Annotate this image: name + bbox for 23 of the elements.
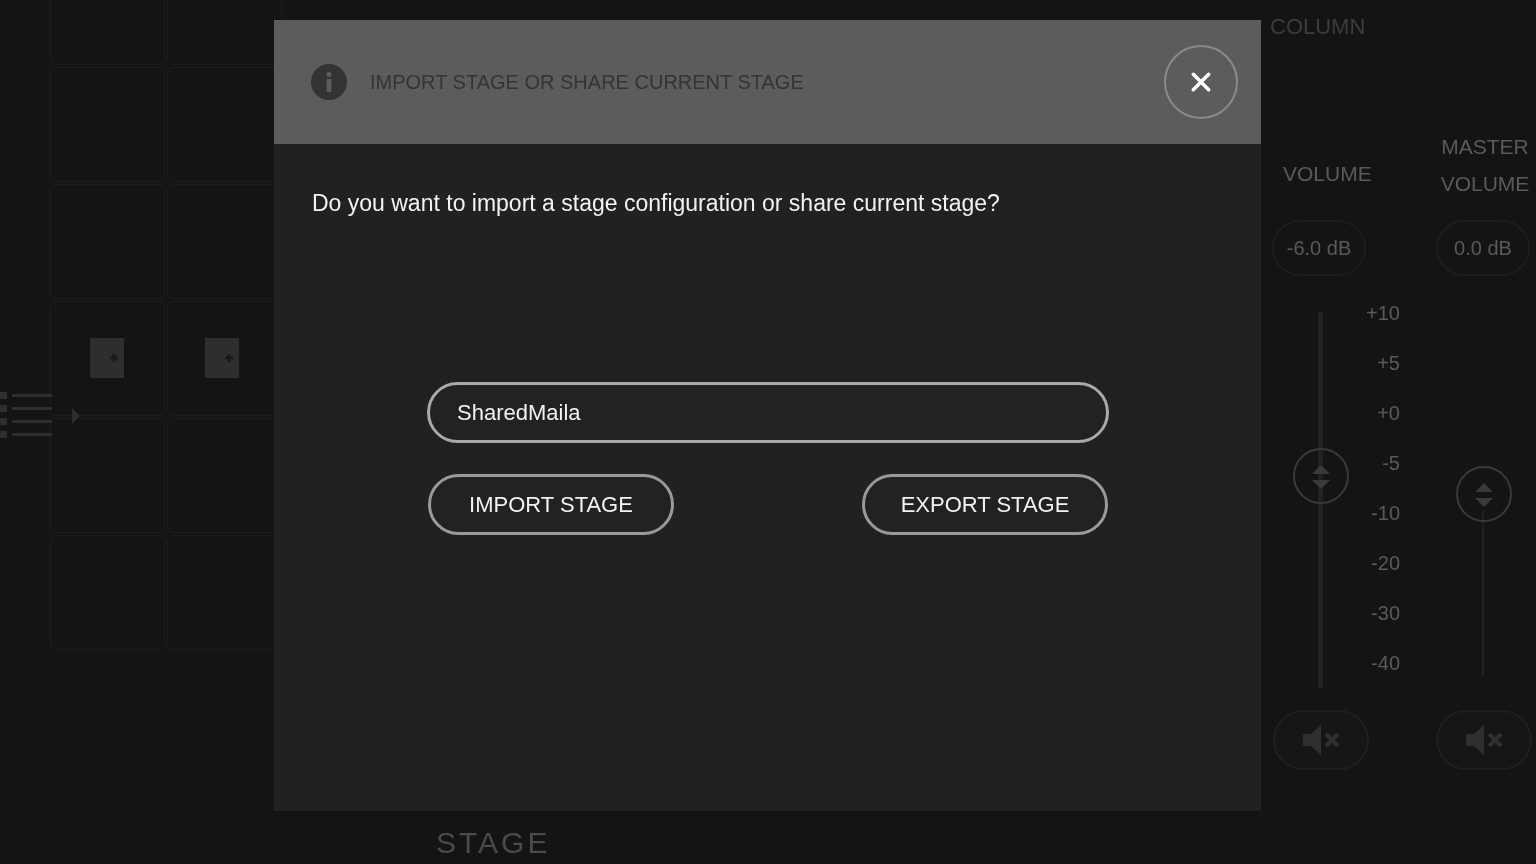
- list-menu-icon[interactable]: [0, 392, 80, 440]
- speaker-icon: [205, 338, 239, 378]
- scale-label: -40: [1370, 652, 1400, 676]
- master-volume-reading: 0.0 dB: [1436, 220, 1530, 276]
- scale-label: -30: [1370, 602, 1400, 626]
- speaker-icon: [90, 338, 124, 378]
- close-icon: [1190, 71, 1212, 93]
- dialog-message: Do you want to import a stage configuration or share current stage?: [312, 190, 1001, 217]
- fader-thumb-icon[interactable]: [1455, 465, 1513, 523]
- scale-label: -5: [1381, 452, 1400, 476]
- scale-label: -20: [1370, 552, 1400, 576]
- scale-label: -10: [1370, 502, 1400, 526]
- volume-label: VOLUME: [1283, 162, 1372, 186]
- scale-label: +5: [1376, 352, 1400, 376]
- scale-label: +0: [1376, 402, 1400, 426]
- stage-name-field[interactable]: SharedMaila: [427, 382, 1109, 443]
- fader-thumb-icon[interactable]: [1292, 447, 1350, 505]
- import-stage-button[interactable]: IMPORT STAGE: [428, 474, 674, 535]
- volume-reading: -6.0 dB: [1272, 220, 1366, 276]
- master-volume-label: MASTER VOLUME: [1440, 134, 1530, 197]
- info-icon: [311, 64, 347, 100]
- export-stage-button[interactable]: EXPORT STAGE: [862, 474, 1108, 535]
- scale-label: +10: [1365, 302, 1400, 326]
